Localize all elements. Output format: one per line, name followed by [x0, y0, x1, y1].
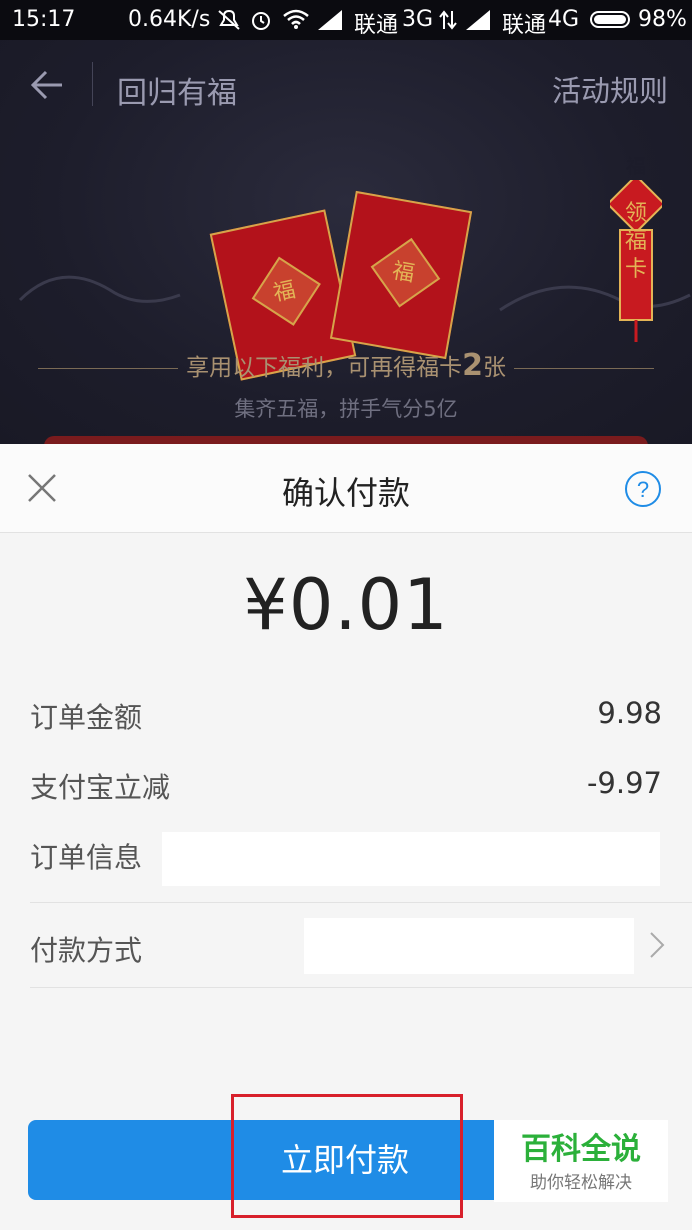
row-value: 9.98 [597, 696, 662, 730]
network-type-2: 4G [548, 7, 580, 32]
sheet-header: 确认付款 ? [0, 444, 692, 533]
battery-icon [590, 11, 630, 28]
row-divider [30, 902, 692, 903]
network-type-1: 3G [402, 7, 434, 32]
watermark-subtitle: 助你轻松解决 [530, 1173, 632, 1193]
status-net-speed: 0.64K/s [128, 7, 211, 32]
benefit-banner: 享用以下福利，可再得福卡2张 [0, 348, 692, 383]
carrier-1: 联通 [354, 13, 399, 38]
header-divider [92, 62, 93, 106]
chevron-right-icon[interactable] [648, 930, 666, 960]
watermark-logo: 百科全说 助你轻松解决 [494, 1120, 668, 1202]
svg-text:?: ? [637, 477, 649, 502]
row-label: 订单信息 [30, 841, 143, 874]
help-icon[interactable]: ? [624, 470, 662, 508]
sheet-title: 确认付款 [281, 474, 410, 512]
payment-confirm-sheet: 确认付款 ? ¥0.01 订单金额 9.98 支付宝立减 -9.97 订单信息 … [0, 444, 692, 1230]
payment-method-redaction [304, 918, 634, 974]
payment-amount: ¥0.01 [243, 564, 449, 646]
watermark-title: 百科全说 [521, 1132, 641, 1167]
carrier-2: 联通 [502, 13, 547, 38]
back-arrow-icon[interactable] [30, 68, 64, 102]
signal-icon-2 [466, 10, 490, 30]
benefit-subtitle: 集齐五福，拼手气分5亿 [234, 397, 458, 421]
battery-level: 98% [638, 7, 687, 32]
row-label: 订单金额 [30, 701, 143, 734]
activity-rules-link[interactable]: 活动规则 [552, 68, 668, 110]
row-label: 付款方式 [30, 934, 143, 967]
charm-label: 领 福 卡 [624, 201, 647, 282]
highlight-box [231, 1094, 463, 1218]
signal-icon [318, 10, 342, 30]
data-transfer-icon [439, 10, 457, 30]
page-title: 回归有福 [117, 76, 237, 111]
row-value: -9.97 [586, 766, 662, 800]
order-amount-row: 订单金额 9.98 [30, 696, 662, 736]
mute-icon [218, 9, 240, 30]
alarm-icon [252, 12, 270, 30]
discount-row: 支付宝立减 -9.97 [30, 766, 662, 806]
status-time: 15:17 [12, 7, 76, 32]
row-label: 支付宝立减 [30, 771, 171, 804]
wifi-icon [283, 9, 309, 29]
charm-fu-char: 福 [626, 154, 646, 178]
status-bar: 15:17 0.64K/s 联通 3G 联通 4G 98% [0, 0, 692, 40]
order-info-redaction [162, 832, 660, 886]
row-divider [30, 987, 692, 988]
